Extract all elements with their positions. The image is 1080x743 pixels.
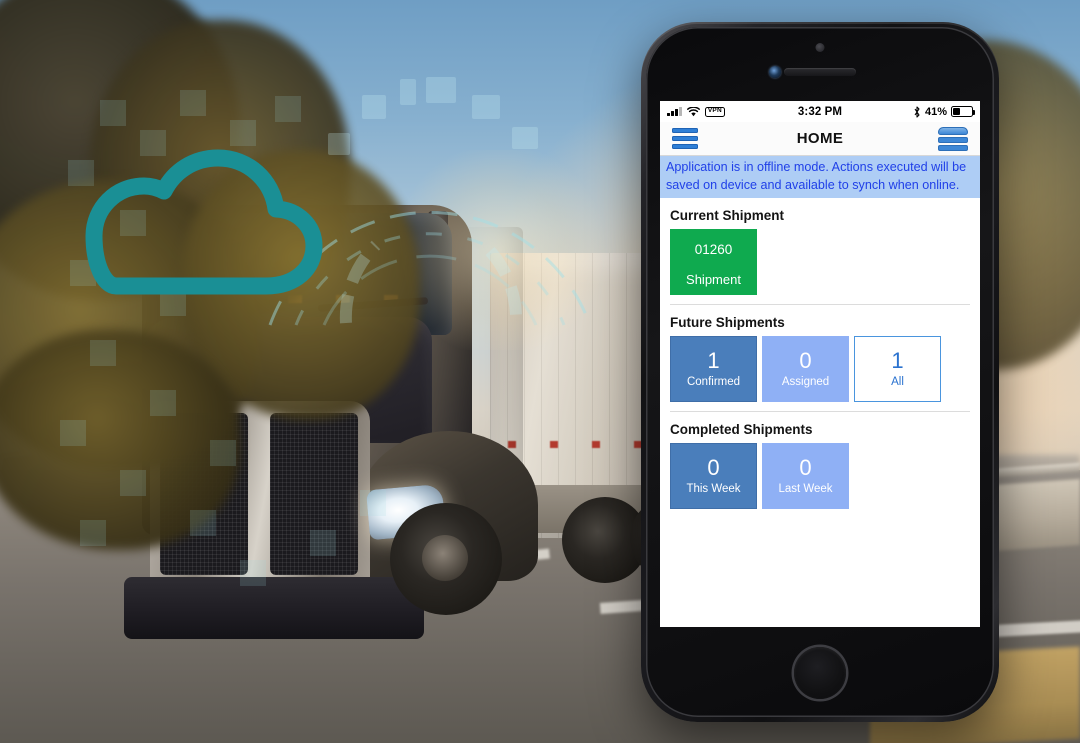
status-bar-left: VPN (667, 106, 798, 117)
battery-percentage: 41% (924, 105, 948, 118)
tile-value: 1 (707, 348, 720, 373)
section-title-current-shipment: Current Shipment (670, 208, 785, 223)
cellular-signal-icon (667, 107, 682, 116)
tile-value: 1 (891, 348, 904, 373)
tile-value: 0 (799, 348, 812, 373)
completed-shipment-tiles: 0 This Week 0 Last Week (660, 443, 980, 518)
phone-bezel: VPN 3:32 PM 41% HOME Application is in o… (646, 27, 994, 717)
tile-assigned[interactable]: 0 Assigned (762, 336, 849, 402)
front-camera-icon (769, 66, 781, 78)
tile-last-week[interactable]: 0 Last Week (762, 443, 849, 509)
cloud-icon (85, 149, 323, 295)
bluetooth-icon (914, 105, 920, 118)
tile-current-shipment[interactable]: 01260 Shipment (670, 229, 757, 295)
vpn-badge: VPN (704, 106, 725, 117)
tile-label: All (891, 376, 904, 388)
phone-top-bezel (646, 27, 994, 101)
offline-mode-banner: Application is in offline mode. Actions … (660, 156, 980, 198)
future-shipment-tiles: 1 Confirmed 0 Assigned 1 All (660, 336, 980, 411)
tile-label: Last Week (778, 483, 833, 495)
tile-label: Shipment (686, 271, 741, 287)
home-content: Current Shipment 01260 Shipment Future S… (660, 198, 980, 612)
proximity-sensor-icon (815, 43, 825, 52)
status-bar-right: 41% (842, 105, 976, 118)
current-shipment-tiles: 01260 Shipment (660, 229, 980, 304)
page-title: HOME (796, 130, 844, 147)
tile-label: This Week (686, 483, 741, 495)
tile-value: 01260 (694, 241, 733, 257)
tile-this-week[interactable]: 0 This Week (670, 443, 757, 509)
section-title-completed-shipments: Completed Shipments (670, 422, 813, 437)
app-nav-bar: HOME (660, 122, 980, 156)
wifi-icon (686, 106, 700, 116)
hamburger-menu-icon[interactable] (672, 128, 698, 149)
tile-all[interactable]: 1 All (854, 336, 941, 402)
earpiece-speaker (784, 68, 856, 76)
database-sync-icon[interactable] (938, 126, 968, 151)
status-bar-time: 3:32 PM (797, 105, 843, 118)
battery-icon (951, 106, 976, 117)
tile-value: 0 (707, 455, 720, 480)
tile-value: 0 (799, 455, 812, 480)
section-title-future-shipments: Future Shipments (670, 315, 785, 330)
phone-device: VPN 3:32 PM 41% HOME Application is in o… (641, 22, 999, 722)
phone-screen: VPN 3:32 PM 41% HOME Application is in o… (660, 101, 980, 627)
status-bar: VPN 3:32 PM 41% (660, 101, 980, 122)
tile-label: Confirmed (686, 376, 741, 388)
home-button[interactable] (794, 647, 846, 699)
tile-confirmed[interactable]: 1 Confirmed (670, 336, 757, 402)
tile-label: Assigned (781, 376, 830, 388)
